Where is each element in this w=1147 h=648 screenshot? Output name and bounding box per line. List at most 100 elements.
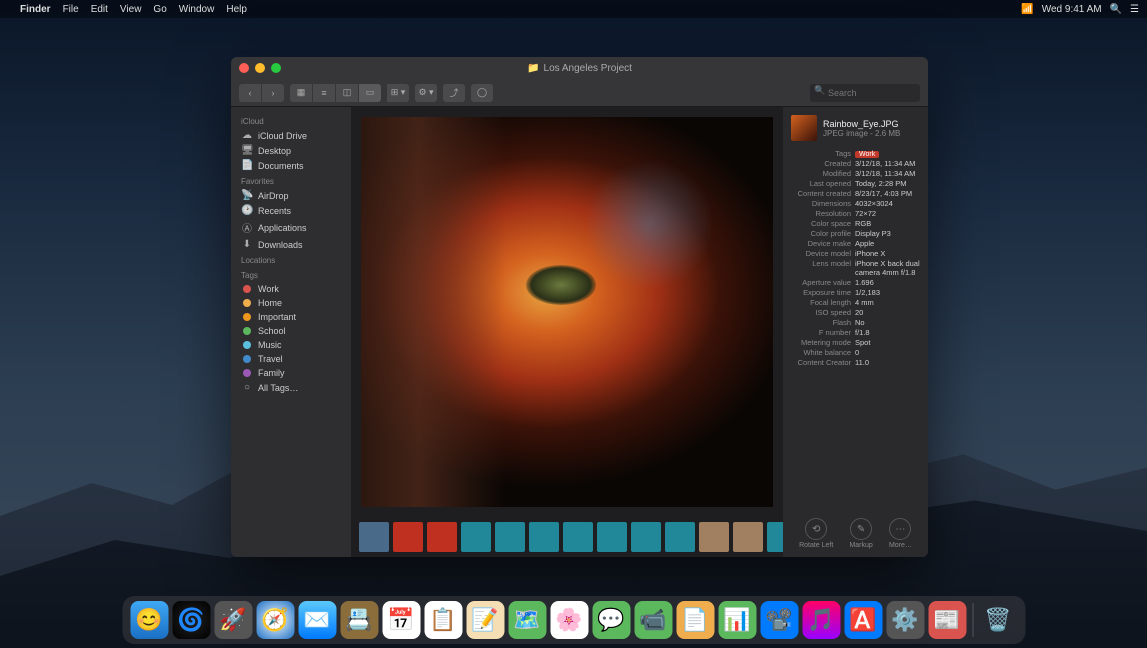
close-button[interactable] (239, 63, 249, 73)
dock-trash[interactable]: 🗑️ (979, 601, 1017, 639)
sidebar-icon: 📄 (241, 160, 253, 171)
sidebar-item-school[interactable]: School (231, 324, 351, 338)
zoom-button[interactable] (271, 63, 281, 73)
titlebar[interactable]: 📁 Los Angeles Project (231, 57, 928, 79)
thumbnail[interactable] (733, 522, 763, 552)
sidebar: iCloud☁iCloud Drive🖥Desktop📄DocumentsFav… (231, 107, 351, 557)
dock-preferences[interactable]: ⚙️ (886, 601, 924, 639)
thumbnail[interactable] (631, 522, 661, 552)
thumbnail[interactable] (427, 522, 457, 552)
dock-appstore[interactable]: 🅰️ (844, 601, 882, 639)
search-input[interactable] (810, 84, 920, 102)
dock-news[interactable]: 📰 (928, 601, 966, 639)
dock-facetime[interactable]: 📹 (634, 601, 672, 639)
menu-help[interactable]: Help (226, 4, 247, 15)
share-button[interactable]: ⤴ (443, 84, 465, 102)
back-button[interactable]: ‹ (239, 84, 261, 102)
clock[interactable]: Wed 9:41 AM (1042, 4, 1102, 15)
dock-launchpad[interactable]: 🚀 (214, 601, 252, 639)
dock-calendar[interactable]: 📅 (382, 601, 420, 639)
forward-button[interactable]: › (262, 84, 284, 102)
sidebar-item-label: Downloads (258, 240, 303, 250)
dock-photos[interactable]: 🌸 (550, 601, 588, 639)
wifi-icon[interactable]: 📶 (1021, 4, 1033, 15)
dock-safari[interactable]: 🧭 (256, 601, 294, 639)
minimize-button[interactable] (255, 63, 265, 73)
sidebar-item-documents[interactable]: 📄 Documents (231, 158, 351, 173)
thumbnail[interactable] (359, 522, 389, 552)
preview-image[interactable] (361, 117, 773, 507)
rotate-left-button[interactable]: ⟲ Rotate Left (799, 518, 833, 549)
dock-contacts[interactable]: 📇 (340, 601, 378, 639)
dock-pages[interactable]: 📄 (676, 601, 714, 639)
dock-itunes[interactable]: 🎵 (802, 601, 840, 639)
meta-label: Metering mode (791, 338, 851, 347)
thumbnail[interactable] (529, 522, 559, 552)
sidebar-item-icloud-drive[interactable]: ☁iCloud Drive (231, 128, 351, 143)
tag-dot-icon (243, 313, 251, 321)
dock-keynote[interactable]: 📽️ (760, 601, 798, 639)
view-icon-button[interactable]: ▦ (290, 84, 312, 102)
sidebar-item-label: Documents (258, 161, 304, 171)
control-center-icon[interactable]: ☰ (1130, 4, 1139, 15)
tag-dot-icon (243, 355, 251, 363)
menu-file[interactable]: File (63, 4, 79, 15)
tag-dot-icon (243, 327, 251, 335)
group-button[interactable]: ⊞ ▾ (387, 84, 409, 102)
meta-label: Content Creator (791, 358, 851, 367)
thumbnail[interactable] (461, 522, 491, 552)
thumbnail-strip[interactable] (351, 517, 783, 557)
thumbnail[interactable] (767, 522, 783, 552)
meta-label: Color profile (791, 229, 851, 238)
action-button[interactable]: ⚙ ▾ (415, 84, 437, 102)
dock-reminders[interactable]: 📋 (424, 601, 462, 639)
dock-notes[interactable]: 📝 (466, 601, 504, 639)
tags-button[interactable]: ◯ (471, 84, 493, 102)
menu-view[interactable]: View (120, 4, 142, 15)
thumbnail[interactable] (563, 522, 593, 552)
app-menu[interactable]: Finder (20, 4, 51, 15)
sidebar-item-music[interactable]: Music (231, 338, 351, 352)
sidebar-item-travel[interactable]: Travel (231, 352, 351, 366)
markup-button[interactable]: ✎ Markup (849, 518, 872, 549)
dock-mail[interactable]: ✉️ (298, 601, 336, 639)
dock-maps[interactable]: 🗺️ (508, 601, 546, 639)
sidebar-item-label: Family (258, 368, 285, 378)
meta-value: 20 (855, 308, 920, 317)
thumbnail[interactable] (665, 522, 695, 552)
dock-finder[interactable]: 😊 (130, 601, 168, 639)
dock-siri[interactable]: 🌀 (172, 601, 210, 639)
more-button[interactable]: ⋯ More… (889, 518, 912, 549)
menu-go[interactable]: Go (153, 4, 166, 15)
thumbnail[interactable] (495, 522, 525, 552)
view-list-button[interactable]: ≡ (313, 84, 335, 102)
sidebar-item-recents[interactable]: 🕑Recents (231, 203, 351, 218)
sidebar-item-airdrop[interactable]: 📡AirDrop (231, 188, 351, 203)
tag-dot-icon (243, 369, 251, 377)
meta-label: Color space (791, 219, 851, 228)
thumbnail[interactable] (699, 522, 729, 552)
dock-numbers[interactable]: 📊 (718, 601, 756, 639)
sidebar-item-label: School (258, 326, 286, 336)
menu-edit[interactable]: Edit (91, 4, 108, 15)
view-gallery-button[interactable]: ▭ (359, 84, 381, 102)
tag-pill[interactable]: Work (855, 151, 879, 158)
sidebar-item-important[interactable]: Important (231, 310, 351, 324)
thumbnail[interactable] (393, 522, 423, 552)
sidebar-item-label: Work (258, 284, 279, 294)
sidebar-item-all-tags-[interactable]: ○All Tags… (231, 380, 351, 395)
spotlight-icon[interactable]: 🔍 (1110, 4, 1122, 15)
sidebar-icon: ○ (241, 382, 253, 393)
sidebar-item-home[interactable]: Home (231, 296, 351, 310)
menu-window[interactable]: Window (179, 4, 215, 15)
meta-label: Dimensions (791, 199, 851, 208)
sidebar-item-family[interactable]: Family (231, 366, 351, 380)
sidebar-item-desktop[interactable]: 🖥Desktop (231, 143, 351, 158)
dock-messages[interactable]: 💬 (592, 601, 630, 639)
view-column-button[interactable]: ◫ (336, 84, 358, 102)
thumbnail[interactable] (597, 522, 627, 552)
sidebar-item-applications[interactable]: ⒶApplications (231, 218, 351, 237)
meta-label: ISO speed (791, 308, 851, 317)
sidebar-item-downloads[interactable]: ⬇Downloads (231, 237, 351, 252)
sidebar-item-work[interactable]: Work (231, 282, 351, 296)
